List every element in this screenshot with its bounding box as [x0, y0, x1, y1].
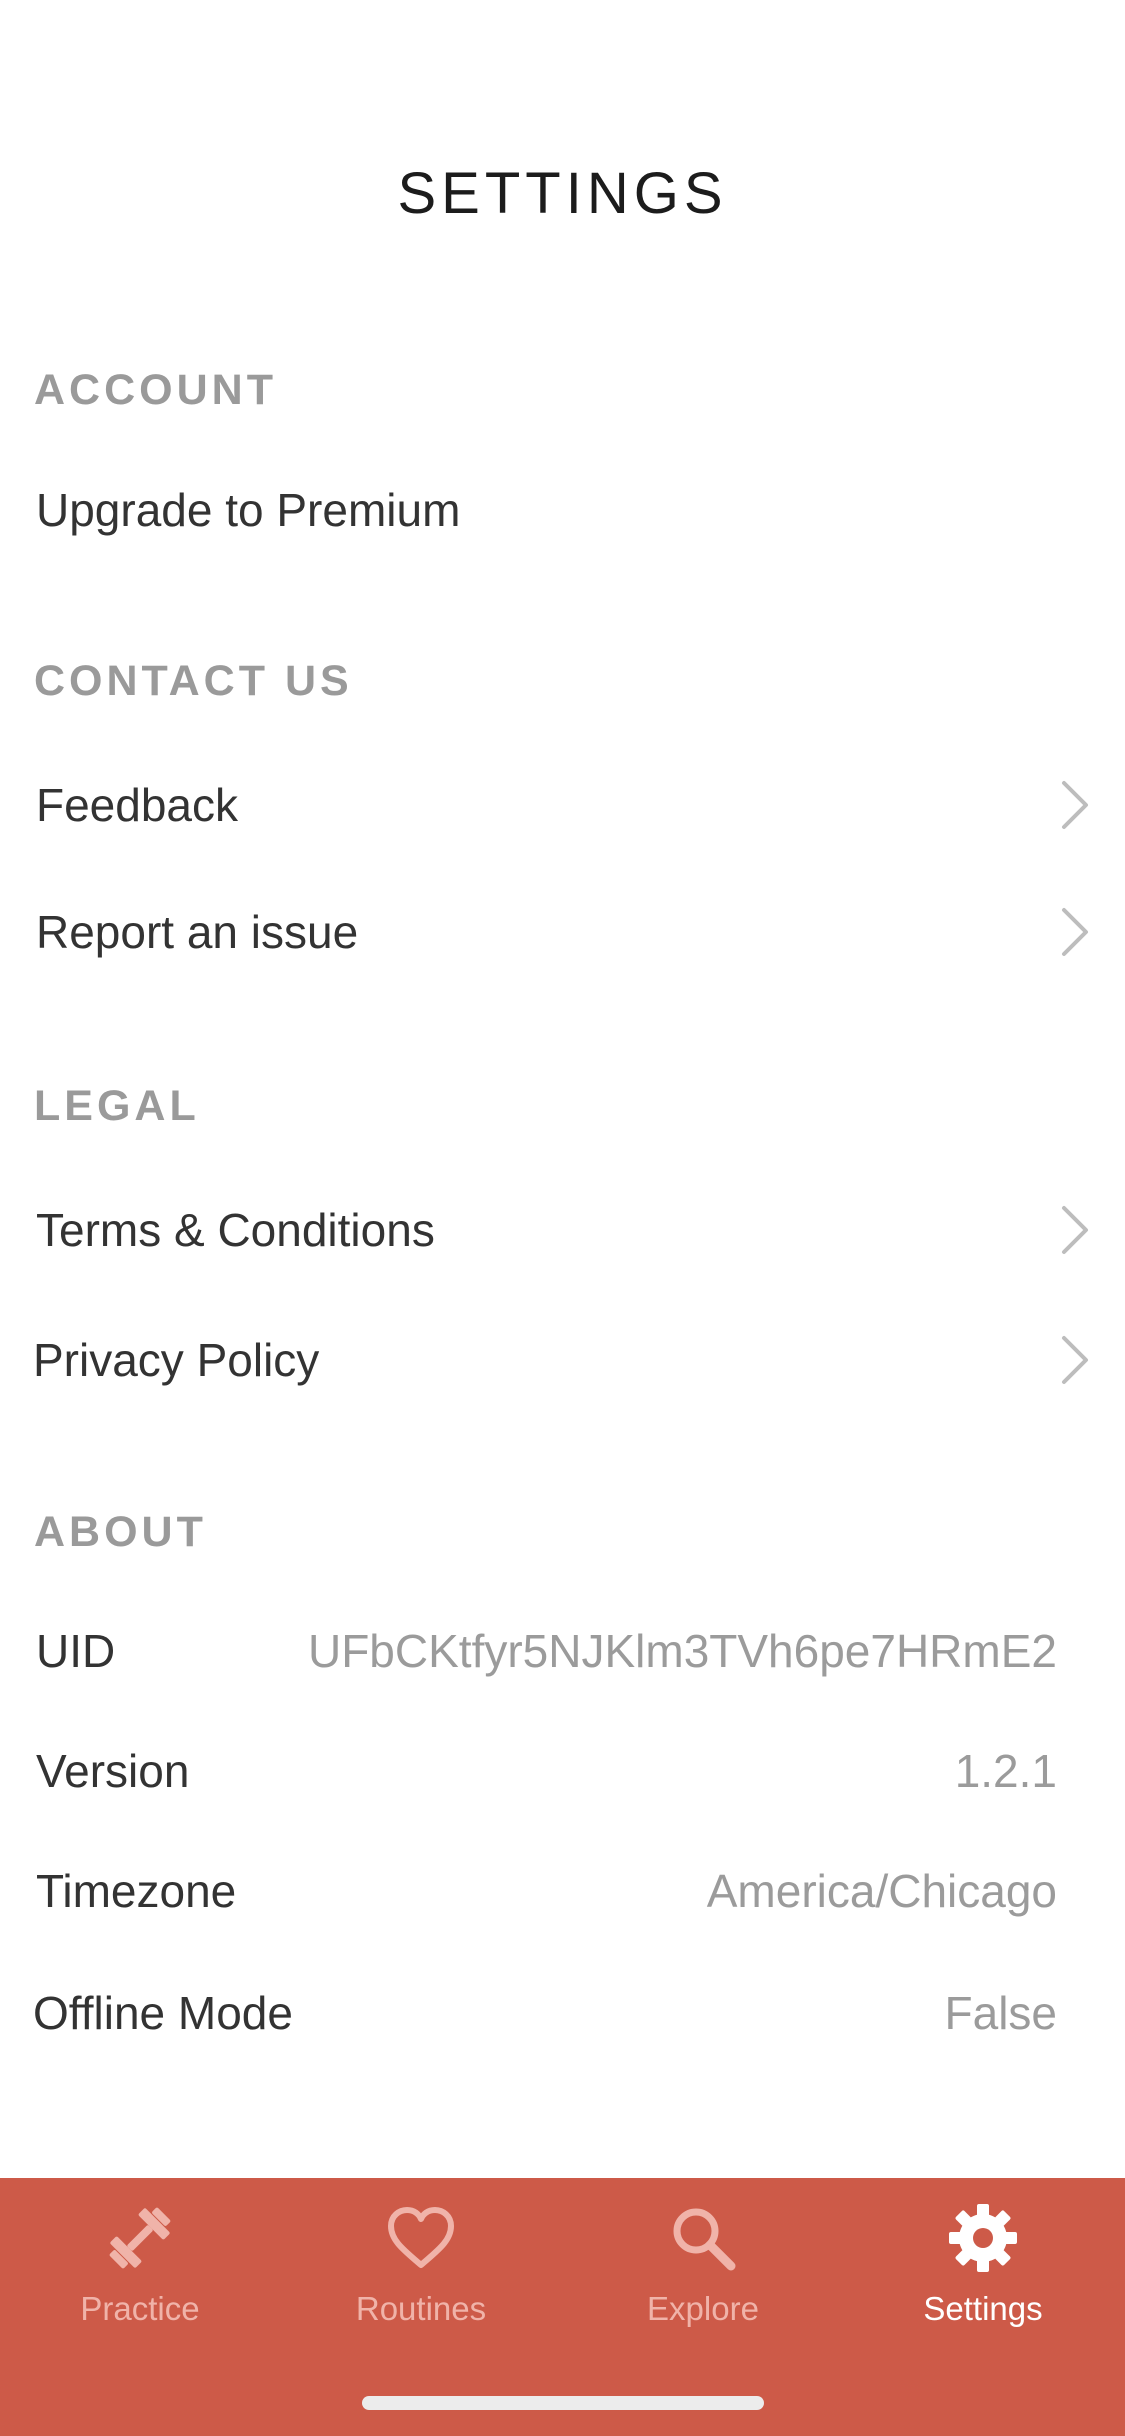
tab-routines[interactable]: Routines — [311, 2198, 531, 2348]
row-uid: UID UFbCKtfyr5NJKlm3TVh6pe7HRmE2 — [0, 1596, 1125, 1706]
section-header-about: ABOUT — [34, 1508, 207, 1556]
row-label: UID — [36, 1625, 116, 1677]
page-title: SETTINGS — [397, 161, 728, 226]
chevron-right-icon — [1055, 1330, 1095, 1390]
row-terms[interactable]: Terms & Conditions — [0, 1175, 1125, 1285]
row-label: Privacy Policy — [33, 1334, 320, 1386]
settings-screen: SETTINGS ACCOUNT Upgrade to Premium CONT… — [0, 0, 1125, 2436]
tab-label: Routines — [355, 2290, 487, 2327]
row-version: Version 1.2.1 — [0, 1716, 1125, 1826]
chevron-right-icon — [1055, 775, 1095, 835]
tab-settings[interactable]: Settings — [873, 2198, 1093, 2348]
row-label: Terms & Conditions — [36, 1204, 435, 1256]
tab-practice[interactable]: Practice — [30, 2198, 250, 2348]
version-value: 1.2.1 — [954, 1745, 1057, 1797]
dumbbell-icon — [100, 2198, 180, 2278]
row-timezone: Timezone America/Chicago — [0, 1836, 1125, 1946]
row-privacy[interactable]: Privacy Policy — [0, 1305, 1125, 1415]
heart-icon — [381, 2198, 461, 2278]
uid-value: UFbCKtfyr5NJKlm3TVh6pe7HRmE2 — [307, 1625, 1057, 1677]
row-offline-mode: Offline Mode False — [0, 1958, 1125, 2068]
tab-explore[interactable]: Explore — [593, 2198, 813, 2348]
row-upgrade-premium[interactable]: Upgrade to Premium — [0, 455, 1125, 565]
tab-label: Explore — [647, 2290, 759, 2327]
section-header-contact: CONTACT US — [34, 657, 353, 705]
chevron-right-icon — [1055, 1200, 1095, 1260]
home-indicator — [362, 2396, 764, 2410]
tab-label: Settings — [923, 2290, 1043, 2327]
section-header-account: ACCOUNT — [34, 366, 277, 414]
section-header-legal: LEGAL — [34, 1082, 200, 1130]
row-label: Report an issue — [36, 906, 359, 958]
row-label: Feedback — [36, 779, 239, 831]
tab-label: Practice — [80, 2290, 200, 2327]
row-label: Upgrade to Premium — [36, 484, 461, 536]
chevron-right-icon — [1055, 902, 1095, 962]
row-label: Version — [36, 1745, 190, 1797]
row-label: Offline Mode — [33, 1987, 293, 2039]
row-feedback[interactable]: Feedback — [0, 750, 1125, 860]
gear-icon — [943, 2198, 1023, 2278]
offline-mode-value: False — [944, 1987, 1057, 2039]
row-label: Timezone — [36, 1865, 237, 1917]
timezone-value: America/Chicago — [706, 1865, 1057, 1917]
row-report-issue[interactable]: Report an issue — [0, 877, 1125, 987]
search-icon — [663, 2198, 743, 2278]
